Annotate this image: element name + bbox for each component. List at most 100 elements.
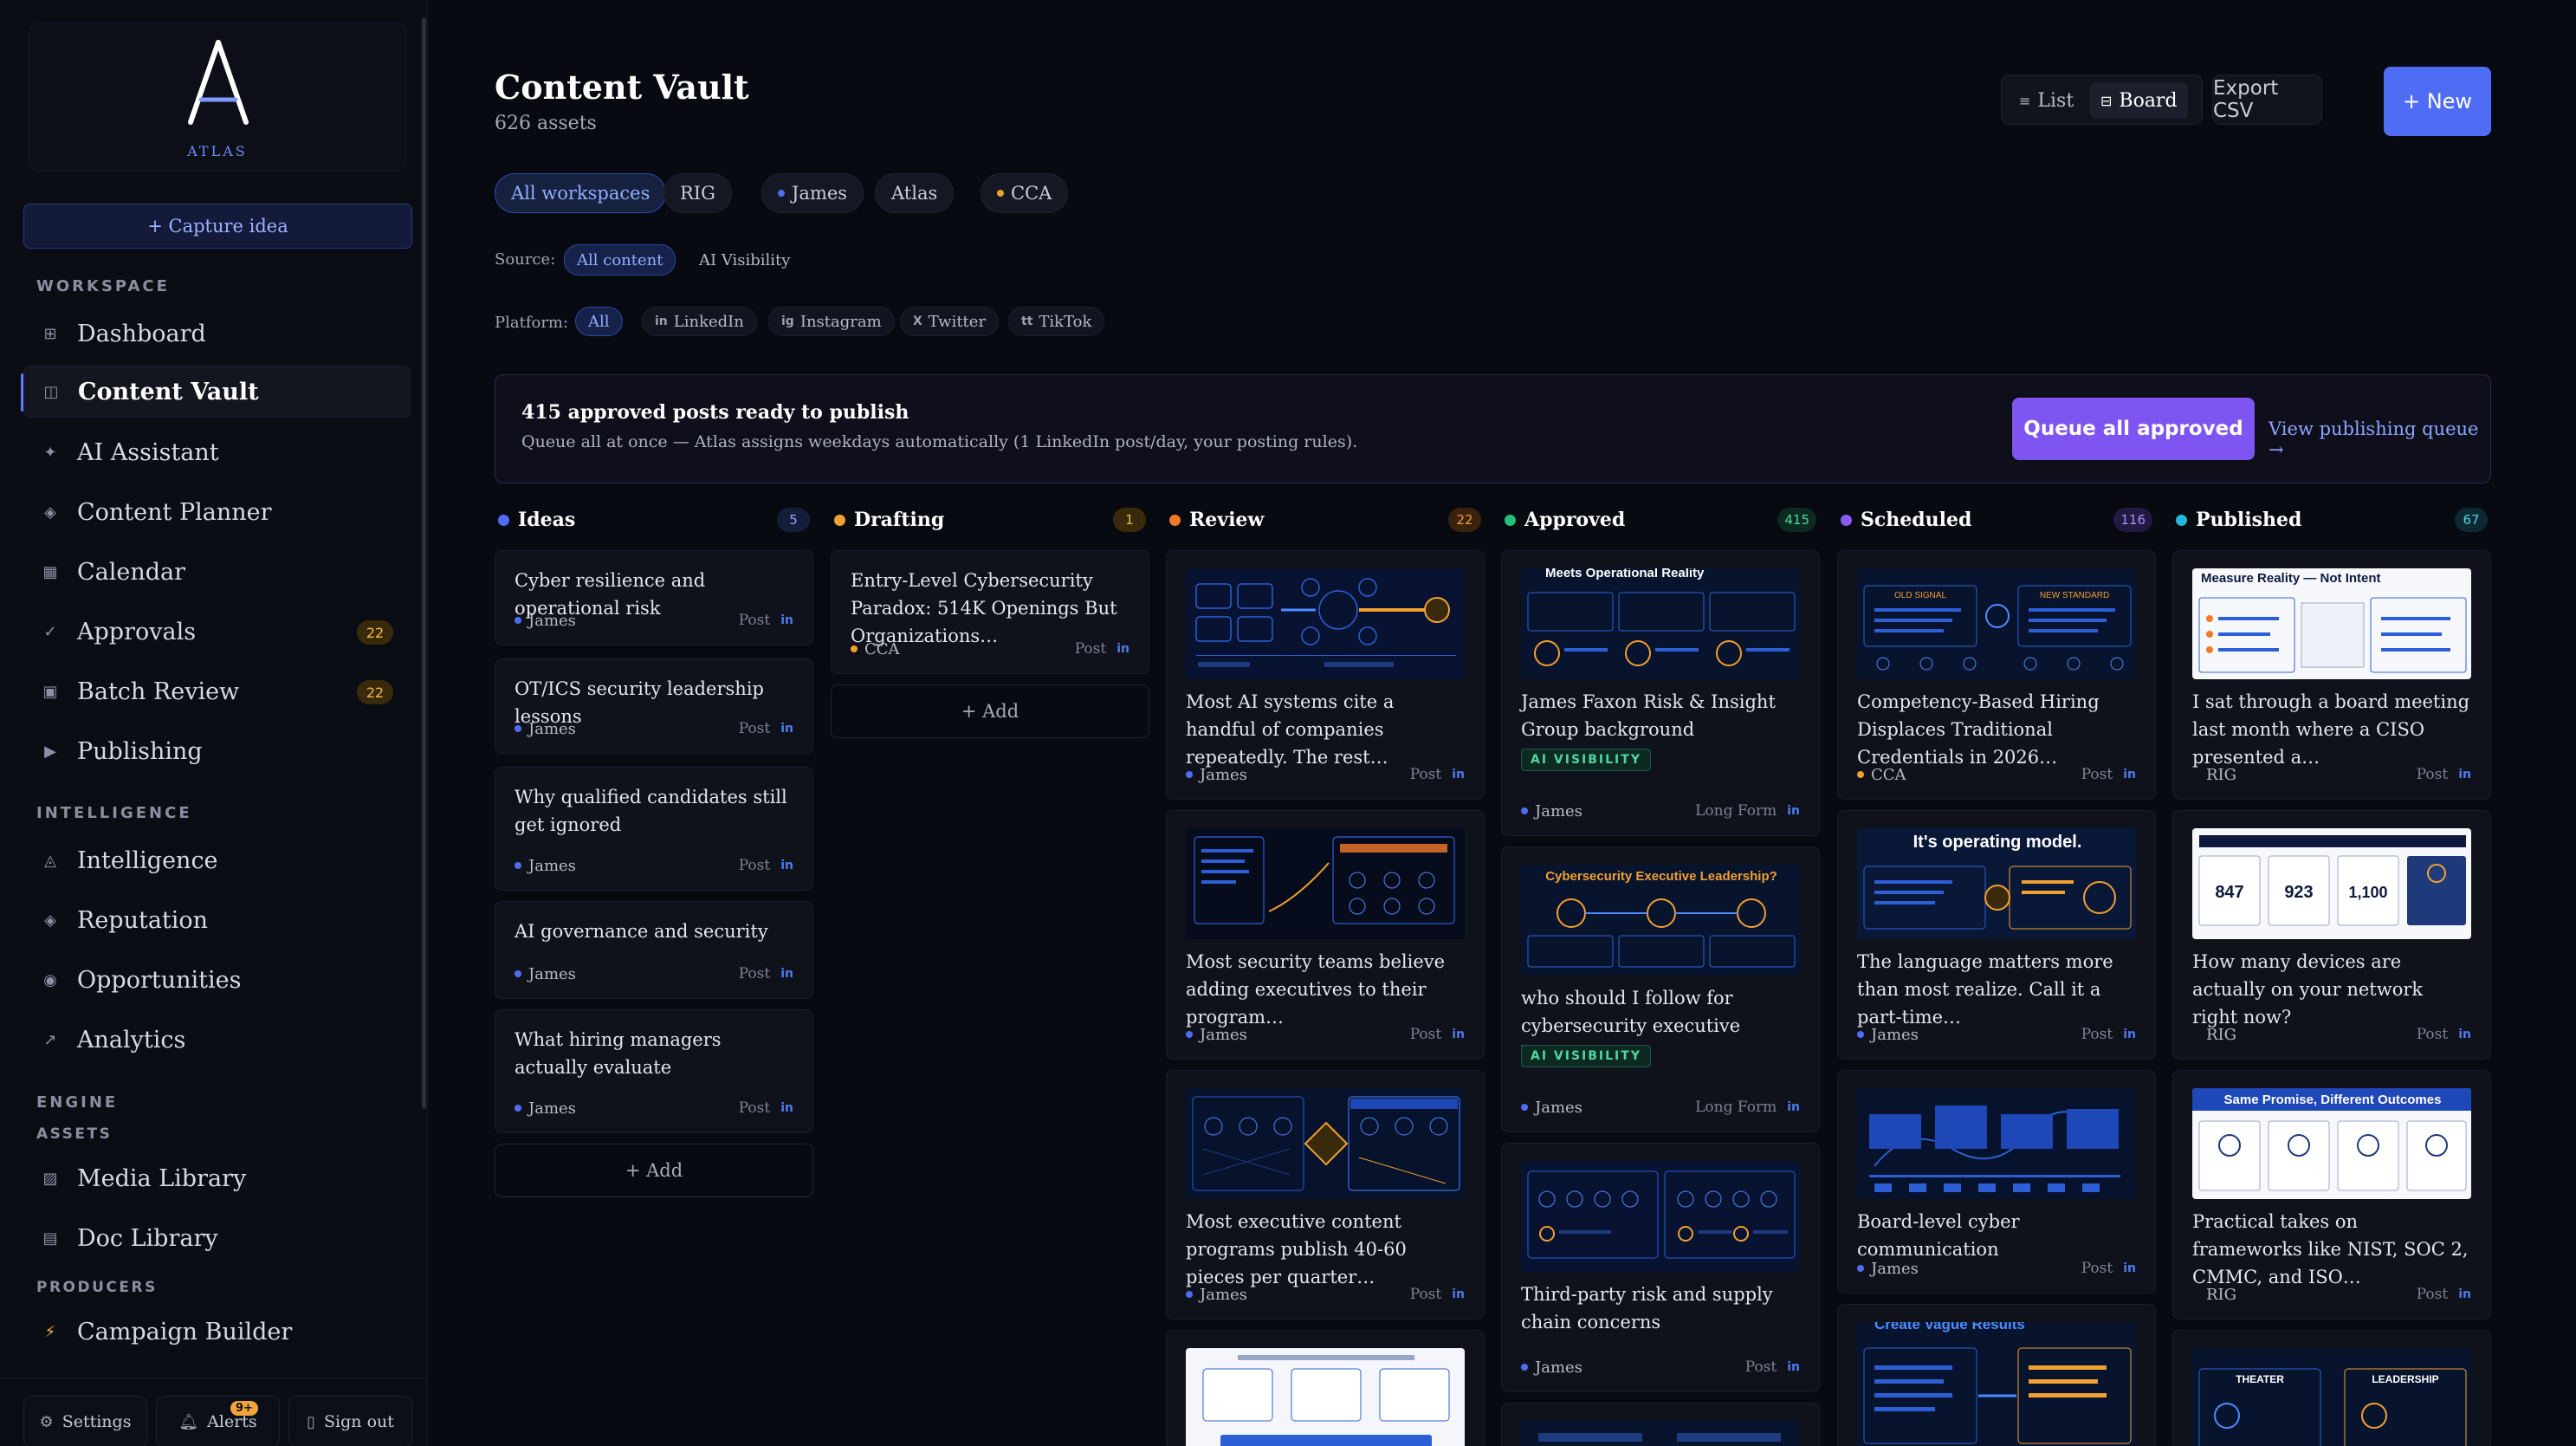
sidebar-item-content-vault[interactable]: ◫ Content Vault	[21, 366, 411, 418]
card-type: Post	[2416, 1286, 2449, 1303]
sidebar-item-ai-assistant[interactable]: ✦ AI Assistant	[23, 426, 411, 478]
card-owner: James	[1535, 1358, 1582, 1377]
workspace-filter-atlas[interactable]: Atlas	[875, 173, 955, 213]
linkedin-icon: in	[2123, 768, 2136, 781]
owner-dot	[515, 617, 521, 624]
content-card[interactable]: Most security teams believe adding execu…	[1166, 810, 1485, 1060]
platform-filter-tiktok[interactable]: tt TikTok	[1008, 307, 1105, 336]
sidebar-item-opportunities[interactable]: ◉ Opportunities	[23, 954, 411, 1006]
alerts-button[interactable]: 🔔︎ Alerts 9+	[156, 1396, 280, 1446]
content-card[interactable]: Most executive content programs publish …	[1166, 1070, 1485, 1320]
workspace-filter-all[interactable]: All workspaces	[495, 173, 667, 213]
sidebar-item-publishing[interactable]: ▶ Publishing	[23, 725, 411, 777]
card-title: Entry-Level Cybersecurity Paradox: 514K …	[851, 570, 1117, 646]
list-view-button[interactable]: ≡ List	[2009, 82, 2084, 119]
linkedin-icon: in	[780, 722, 793, 736]
card-thumbnail: Create Vague Results	[1857, 1322, 2136, 1446]
content-card[interactable]: Cybersecurity Executive Leadership? who …	[1501, 846, 1820, 1132]
platform-filter-instagram[interactable]: ig Instagram	[768, 307, 895, 336]
workspace-filter-james[interactable]: James	[761, 173, 864, 213]
content-card[interactable]: Same Promise, Different Outcomes Practic…	[2172, 1070, 2491, 1320]
section-intelligence: INTELLIGENCE	[36, 804, 192, 822]
thumb-stat-2: 923	[2284, 883, 2313, 902]
sidebar-item-content-planner[interactable]: ◈ Content Planner	[23, 486, 411, 538]
content-card[interactable]: THEATER LEADERSHIP	[2172, 1330, 2491, 1446]
brand-name: ATLAS	[187, 143, 248, 159]
sidebar-scrollbar[interactable]	[422, 17, 426, 1109]
platform-filter-twitter[interactable]: X Twitter	[900, 307, 1000, 336]
sidebar-item-label: AI Assistant	[77, 438, 219, 466]
settings-button[interactable]: ⚙ Settings	[23, 1396, 147, 1446]
content-card[interactable]: Measure Reality — Not Intent I sat throu…	[2172, 550, 2491, 800]
content-card[interactable]: OT/ICS security leadership lessons James…	[495, 658, 813, 754]
workspace-filter-cca[interactable]: CCA	[981, 173, 1069, 213]
board-icon: ⊟	[2100, 92, 2113, 109]
sign-out-button[interactable]: ▯ Sign out	[288, 1396, 412, 1446]
check-icon: ✓	[43, 622, 57, 641]
sidebar-item-reputation[interactable]: ◈ Reputation	[23, 894, 411, 946]
export-csv-button[interactable]: Export CSV	[2212, 75, 2322, 125]
content-card[interactable]	[1501, 1403, 1820, 1446]
content-card[interactable]: What hiring managers actually evaluate J…	[495, 1009, 813, 1133]
sidebar-item-calendar[interactable]: ▦ Calendar	[23, 546, 411, 598]
content-card[interactable]: Cyber resilience and operational risk Ja…	[495, 550, 813, 645]
content-card[interactable]: Create Vague Results	[1837, 1304, 2156, 1446]
sidebar-item-doc-library[interactable]: ▤ Doc Library	[23, 1212, 411, 1264]
sidebar-item-approvals[interactable]: ✓ Approvals 22	[23, 606, 411, 658]
workspace-filter-rig[interactable]: RIG	[663, 173, 732, 213]
content-card[interactable]: Board-level cyber communication James Pos…	[1837, 1070, 2156, 1294]
sidebar-item-dashboard[interactable]: ⊞ Dashboard	[23, 308, 411, 360]
sidebar-item-label: Content Vault	[78, 378, 259, 405]
add-card-button[interactable]: + Add	[495, 1144, 813, 1197]
linkedin-icon: in	[780, 613, 793, 627]
content-card[interactable]: OLD SIGNAL NEW STANDARD Competency-Based …	[1837, 550, 2156, 800]
owner-dot	[515, 1105, 521, 1112]
card-title: Competency-Based Hiring Displaces Tradit…	[1857, 691, 2100, 768]
sidebar-item-label: Analytics	[77, 1026, 186, 1054]
view-publishing-queue-link[interactable]: View publishing queue →	[2269, 418, 2490, 460]
brand-logo-card[interactable]: ATLAS	[29, 23, 406, 172]
sidebar-item-campaign-builder[interactable]: ⚡ Campaign Builder	[23, 1306, 411, 1358]
card-type: Long Form	[1695, 802, 1777, 820]
gear-icon: ⚙	[39, 1412, 54, 1431]
owner-dot	[1857, 1265, 1864, 1272]
platform-filter-all[interactable]: All	[575, 307, 623, 336]
source-filter-ai-visibility[interactable]: AI Visibility	[686, 244, 803, 276]
column-status-dot	[1505, 514, 1516, 526]
content-card[interactable]: It's operating model. The language matte…	[1837, 810, 2156, 1060]
column-title: Drafting	[854, 509, 945, 531]
sidebar-item-label: Content Planner	[77, 498, 272, 526]
content-card[interactable]: 847 923 1,100 How many devices are actuall…	[2172, 810, 2491, 1060]
sidebar-item-label: Calendar	[77, 558, 186, 586]
content-card[interactable]: Why qualified candidates still get ignor…	[495, 767, 813, 891]
thumb-label-old: OLD SIGNAL	[1894, 591, 1946, 600]
sidebar-item-label: Approvals	[77, 618, 197, 645]
content-card[interactable]: AI governance and security James Post in	[495, 901, 813, 999]
content-card[interactable]: Third-party risk and supply chain concer…	[1501, 1143, 1820, 1392]
thumb-heading: Cybersecurity Executive Leadership?	[1545, 869, 1777, 884]
card-owner: James	[528, 719, 576, 738]
source-filter-all[interactable]: All content	[564, 244, 676, 276]
owner-dot	[1186, 771, 1193, 778]
capture-idea-button[interactable]: + Capture idea	[23, 204, 412, 249]
content-card[interactable]	[1166, 1330, 1485, 1446]
card-meta: James Post in	[515, 855, 793, 876]
owner-dot	[1186, 1291, 1193, 1298]
alerts-count-badge: 9+	[230, 1401, 258, 1416]
sidebar-item-label: Media Library	[77, 1164, 247, 1192]
card-type: Post	[1409, 1286, 1442, 1303]
board-view-button[interactable]: ⊟ Board	[2090, 82, 2188, 119]
platform-filter-linkedin[interactable]: in LinkedIn	[642, 307, 757, 336]
content-card[interactable]: Most AI systems cite a handful of compan…	[1166, 550, 1485, 800]
section-workspace: WORKSPACE	[36, 277, 170, 295]
card-title: Most AI systems cite a handful of compan…	[1186, 691, 1395, 768]
new-button[interactable]: + New	[2384, 67, 2491, 136]
sidebar-item-intelligence[interactable]: ◬ Intelligence	[23, 834, 411, 886]
sidebar-item-batch-review[interactable]: ▣ Batch Review 22	[23, 665, 411, 717]
sidebar-item-media-library[interactable]: ▨ Media Library	[23, 1152, 411, 1204]
content-card[interactable]: Meets Operational Reality James Faxon Ri…	[1501, 550, 1820, 836]
sidebar-item-analytics[interactable]: ↗ Analytics	[23, 1014, 411, 1066]
add-card-button[interactable]: + Add	[831, 684, 1149, 738]
queue-all-approved-button[interactable]: Queue all approved	[2012, 398, 2255, 460]
content-card[interactable]: Entry-Level Cybersecurity Paradox: 514K …	[831, 550, 1149, 674]
